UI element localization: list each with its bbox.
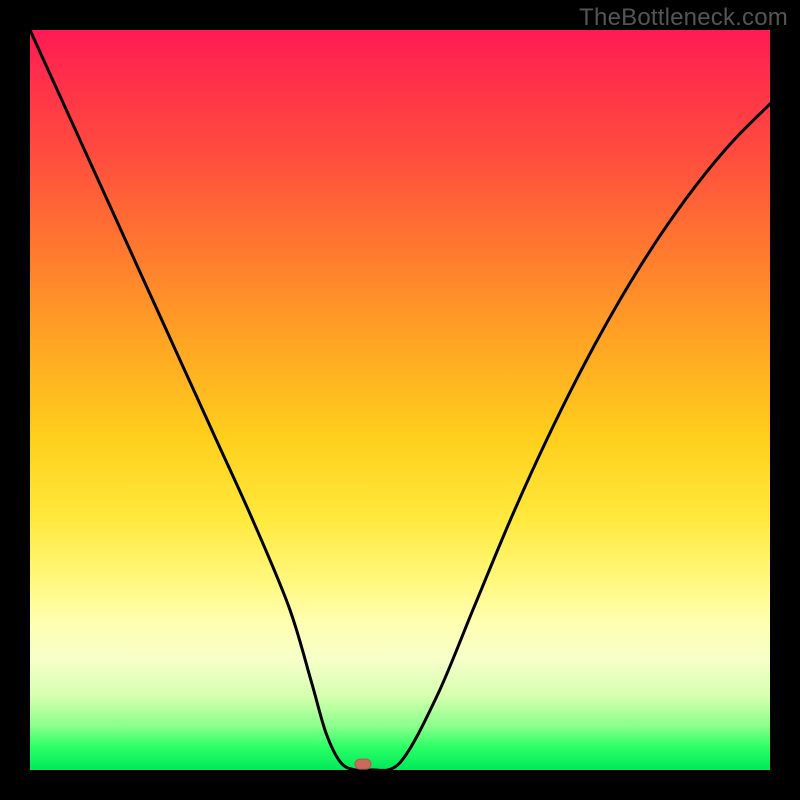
plot-svg: [30, 30, 770, 770]
bottleneck-curve: [30, 30, 770, 771]
chart-frame: TheBottleneck.com: [0, 0, 800, 800]
watermark-text: TheBottleneck.com: [579, 4, 788, 32]
minimum-marker: [355, 759, 371, 769]
plot-area: [30, 30, 770, 770]
